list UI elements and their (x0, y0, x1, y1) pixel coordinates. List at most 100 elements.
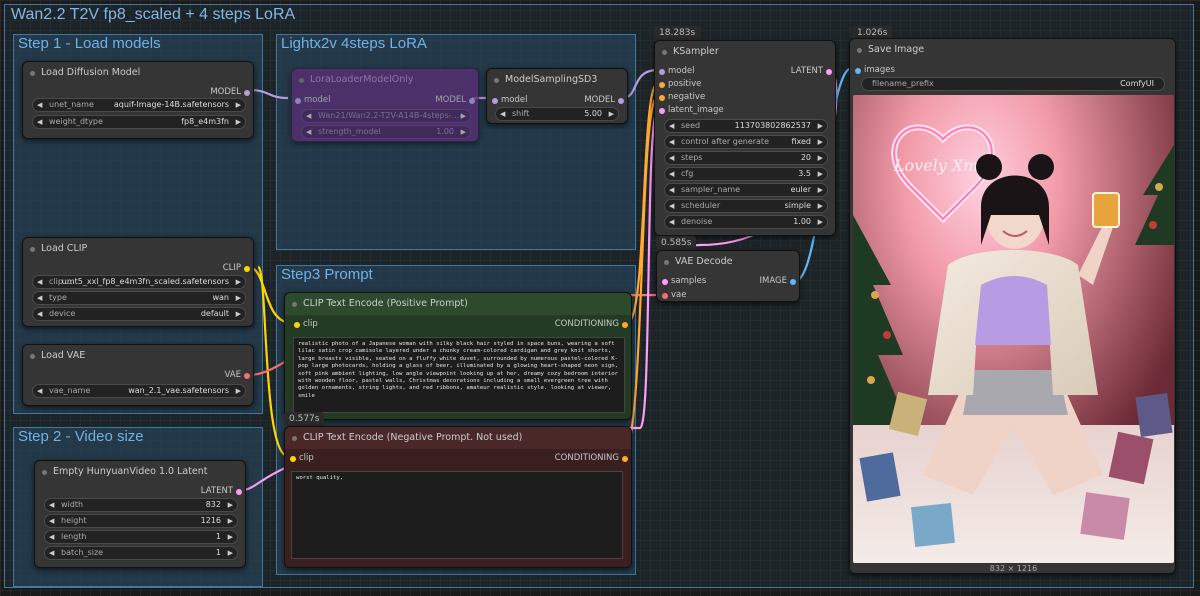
collapse-dot-icon[interactable] (292, 302, 297, 307)
image-preview[interactable]: Lovely Xmas (853, 95, 1174, 563)
arrow-left-icon[interactable]: ◀ (500, 108, 505, 120)
collapse-dot-icon[interactable] (662, 50, 667, 55)
height-widget[interactable]: ◀ height 1216 ▶ (44, 514, 238, 528)
node-header[interactable]: Load CLIP (23, 238, 253, 260)
output-connector-icon[interactable] (469, 98, 475, 104)
arrow-left-icon[interactable]: ◀ (37, 292, 42, 304)
scheduler-widget[interactable]: ◀ scheduler simple ▶ (664, 199, 828, 213)
collapse-dot-icon[interactable] (292, 436, 297, 441)
vae-decode-node[interactable]: VAE Decode samples vae IMAGE (656, 250, 800, 302)
input-connector-icon[interactable] (659, 69, 665, 75)
type-widget[interactable]: ◀ type wan ▶ (32, 291, 246, 305)
conditioning-output[interactable]: CONDITIONING (555, 319, 628, 329)
model-output[interactable]: MODEL (435, 95, 475, 105)
node-header[interactable]: Load VAE (23, 345, 253, 367)
output-connector-icon[interactable] (236, 489, 242, 495)
arrow-right-icon[interactable]: ▶ (818, 168, 823, 180)
batch-size-widget[interactable]: ◀ batch_size 1 ▶ (44, 546, 238, 560)
collapse-dot-icon[interactable] (30, 354, 35, 359)
node-header[interactable]: Empty HunyuanVideo 1.0 Latent (35, 461, 245, 483)
strength-model-widget[interactable]: ◀ strength_model 1.00 ▶ (301, 125, 471, 139)
unet-name-widget[interactable]: ◀ unet_name aquif-Image-14B.safetensors ▶ (32, 98, 246, 112)
arrow-right-icon[interactable]: ▶ (461, 110, 466, 122)
arrow-left-icon[interactable]: ◀ (37, 276, 42, 288)
input-connector-icon[interactable] (659, 82, 665, 88)
collapse-dot-icon[interactable] (30, 247, 35, 252)
arrow-right-icon[interactable]: ▶ (609, 108, 614, 120)
output-connector-icon[interactable] (244, 90, 250, 96)
arrow-left-icon[interactable]: ◀ (37, 99, 42, 111)
input-connector-icon[interactable] (290, 456, 296, 462)
input-connector-icon[interactable] (659, 95, 665, 101)
input-connector-icon[interactable] (295, 98, 301, 104)
arrow-right-icon[interactable]: ▶ (818, 120, 823, 132)
clip-name-widget[interactable]: ◀ clip ... umt5_xxl_fp8_e4m3fn_scaled.safe… (32, 275, 246, 289)
latent-image-input[interactable]: latent_image (659, 105, 724, 115)
output-connector-icon[interactable] (790, 279, 796, 285)
model-input[interactable]: model (659, 66, 694, 76)
empty-latent-node[interactable]: Empty HunyuanVideo 1.0 Latent LATENT ◀ wi… (34, 460, 246, 568)
arrow-left-icon[interactable]: ◀ (37, 308, 42, 320)
width-widget[interactable]: ◀ width 832 ▶ (44, 498, 238, 512)
output-connector-icon[interactable] (622, 322, 628, 328)
arrow-right-icon[interactable]: ▶ (236, 292, 241, 304)
control-after-generate-widget[interactable]: ◀ control after generate fixed ▶ (664, 135, 828, 149)
output-connector-icon[interactable] (244, 266, 250, 272)
latent-output[interactable]: LATENT (201, 486, 242, 496)
arrow-left-icon[interactable]: ◀ (37, 116, 42, 128)
model-output[interactable]: MODEL (210, 87, 250, 97)
arrow-left-icon[interactable]: ◀ (49, 499, 54, 511)
arrow-right-icon[interactable]: ▶ (228, 499, 233, 511)
arrow-left-icon[interactable]: ◀ (49, 515, 54, 527)
arrow-right-icon[interactable]: ▶ (818, 152, 823, 164)
latent-output[interactable]: LATENT (791, 66, 832, 76)
model-input[interactable]: model (295, 95, 330, 105)
collapse-dot-icon[interactable] (42, 470, 47, 475)
sampler-name-widget[interactable]: ◀ sampler_name euler ▶ (664, 183, 828, 197)
input-connector-icon[interactable] (659, 108, 665, 114)
device-widget[interactable]: ◀ device default ▶ (32, 307, 246, 321)
arrow-right-icon[interactable]: ▶ (228, 515, 233, 527)
arrow-left-icon[interactable]: ◀ (669, 120, 674, 132)
arrow-left-icon[interactable]: ◀ (669, 200, 674, 212)
load-diffusion-model-node[interactable]: Load Diffusion Model MODEL ◀ unet_name aqu… (22, 61, 254, 139)
seed-widget[interactable]: ◀ seed 113703802862537 ▶ (664, 119, 828, 133)
vae-name-widget[interactable]: ◀ vae_name wan_2.1_vae.safetensors ▶ (32, 384, 246, 398)
arrow-right-icon[interactable]: ▶ (818, 184, 823, 196)
positive-input[interactable]: positive (659, 79, 701, 89)
images-input[interactable]: images (855, 65, 895, 75)
vae-input[interactable]: vae (662, 290, 686, 300)
ksampler-node[interactable]: KSampler model positive negative latent_… (654, 40, 836, 236)
clip-input[interactable]: clip (294, 319, 318, 329)
weight-dtype-widget[interactable]: ◀ weight_dtype fp8_e4m3fn ▶ (32, 115, 246, 129)
collapse-dot-icon[interactable] (857, 48, 862, 53)
arrow-right-icon[interactable]: ▶ (461, 126, 466, 138)
lora-name-widget[interactable]: ◀ Wan21/Wan2.2-T2V-A14B-4steps-... ▶ (301, 109, 471, 123)
arrow-right-icon[interactable]: ▶ (236, 308, 241, 320)
arrow-right-icon[interactable]: ▶ (818, 136, 823, 148)
shift-widget[interactable]: ◀ shift 5.00 ▶ (495, 107, 619, 121)
arrow-right-icon[interactable]: ▶ (236, 116, 241, 128)
node-header[interactable]: CLIP Text Encode (Negative Prompt. Not u… (285, 427, 631, 449)
output-connector-icon[interactable] (622, 456, 628, 462)
cfg-widget[interactable]: ◀ cfg 3.5 ▶ (664, 167, 828, 181)
node-header[interactable]: LoraLoaderModelOnly (292, 69, 478, 91)
arrow-left-icon[interactable]: ◀ (306, 110, 311, 122)
model-input[interactable]: model (492, 95, 527, 105)
arrow-left-icon[interactable]: ◀ (49, 531, 54, 543)
node-header[interactable]: KSampler (655, 41, 835, 63)
image-output[interactable]: IMAGE (760, 276, 796, 286)
arrow-right-icon[interactable]: ▶ (236, 385, 241, 397)
arrow-left-icon[interactable]: ◀ (669, 152, 674, 164)
output-connector-icon[interactable] (826, 69, 832, 75)
conditioning-output[interactable]: CONDITIONING (555, 453, 628, 463)
collapse-dot-icon[interactable] (30, 71, 35, 76)
negative-input[interactable]: negative (659, 92, 705, 102)
model-sampling-sd3-node[interactable]: ModelSamplingSD3 model MODEL ◀ shift 5.00 ▶ (486, 68, 628, 124)
collapse-dot-icon[interactable] (494, 78, 499, 83)
arrow-right-icon[interactable]: ▶ (228, 531, 233, 543)
clip-text-encode-positive-node[interactable]: CLIP Text Encode (Positive Prompt) clip … (284, 292, 632, 420)
arrow-left-icon[interactable]: ◀ (669, 216, 674, 228)
arrow-left-icon[interactable]: ◀ (306, 126, 311, 138)
node-header[interactable]: VAE Decode (657, 251, 799, 273)
